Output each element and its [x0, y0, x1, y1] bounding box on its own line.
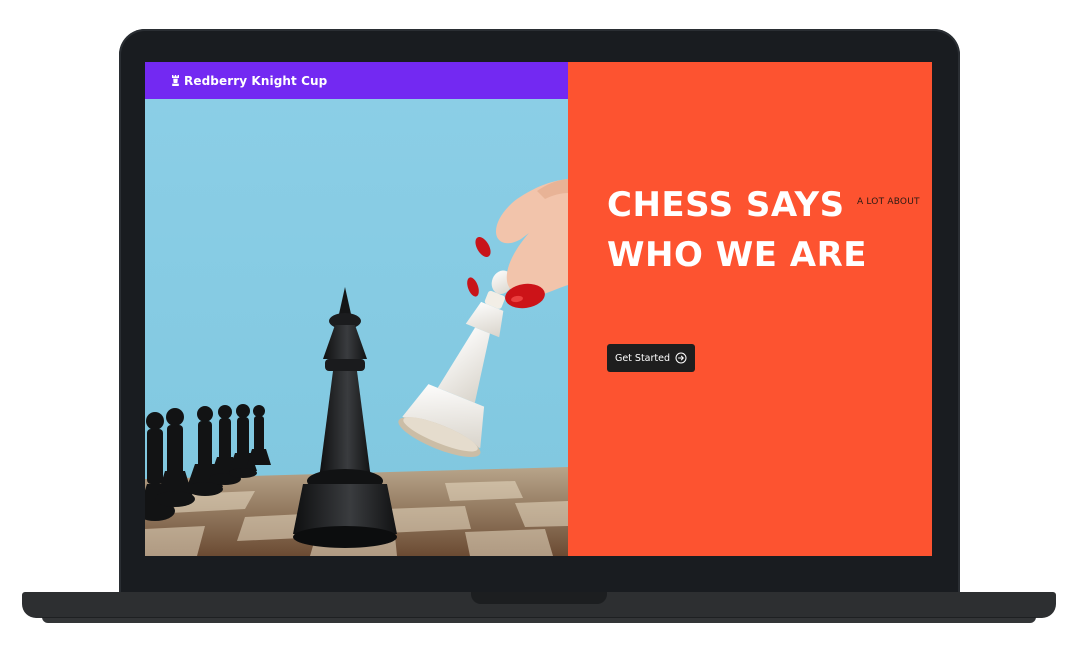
brand-name: Redberry Knight Cup [184, 73, 328, 88]
chess-hero-image [145, 99, 568, 556]
brand-logo-link[interactable]: Redberry Knight Cup [171, 74, 327, 88]
laptop-base-shadow [42, 617, 1036, 623]
get-started-label: Get Started [614, 352, 671, 364]
navbar: Redberry Knight Cup [145, 62, 568, 99]
laptop-screen: Redberry Knight Cup CHESS SAYS WHO WE AR… [145, 62, 932, 556]
get-started-button[interactable]: Get Started [607, 344, 695, 372]
hero-subtag: A LOT ABOUT [857, 197, 920, 207]
chess-rook-icon [172, 75, 179, 86]
hero-headline: CHESS SAYS WHO WE ARE [607, 180, 867, 280]
headline-line-2: WHO WE ARE [607, 235, 867, 275]
hero-image-panel: Redberry Knight Cup [145, 62, 568, 556]
hero-content-panel: CHESS SAYS WHO WE ARE A LOT ABOUT Get St… [568, 62, 932, 556]
headline-line-1: CHESS SAYS [607, 185, 845, 225]
arrow-circle-right-icon [675, 352, 687, 364]
laptop-notch [471, 592, 607, 604]
